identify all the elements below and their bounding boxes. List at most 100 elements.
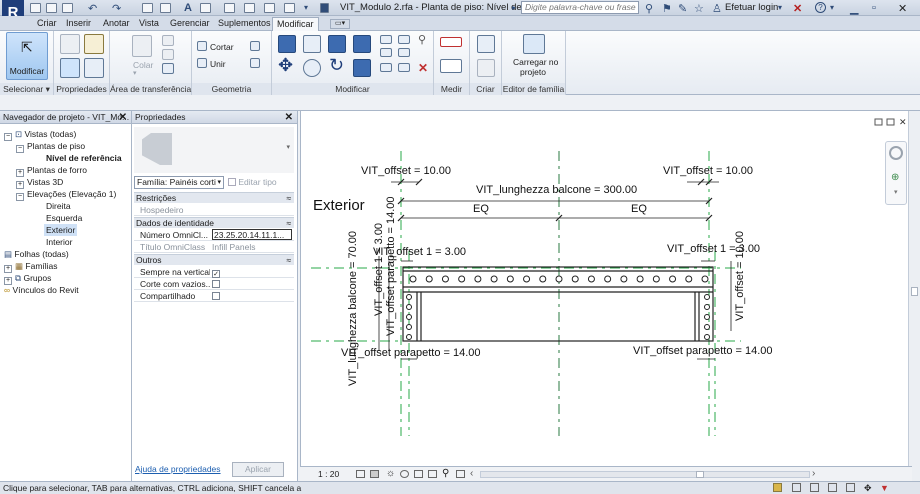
dim-offset1-right[interactable]: VIT_offset 1 = 3.00: [667, 243, 760, 255]
delete-icon[interactable]: ✕: [418, 61, 428, 75]
array-icon[interactable]: [380, 48, 392, 57]
properties-close-icon[interactable]: ✕: [285, 111, 293, 124]
favorites-icon[interactable]: ☆: [694, 2, 704, 15]
thin-lines-icon[interactable]: [244, 3, 255, 13]
tree-item-nivel-referencia[interactable]: Nível de referência: [46, 152, 122, 164]
tree-toggle-icon[interactable]: −: [4, 133, 12, 141]
tab-modificar[interactable]: Modificar: [272, 17, 319, 31]
family-category-icon[interactable]: [84, 34, 104, 54]
apply-button[interactable]: Aplicar: [232, 462, 284, 477]
help-icon[interactable]: ?: [815, 2, 826, 13]
match-properties-icon[interactable]: [162, 63, 174, 74]
split-face-icon[interactable]: [250, 41, 260, 51]
trim-single-icon[interactable]: [380, 63, 392, 72]
user-icon[interactable]: ♙: [712, 2, 722, 15]
mirror-draw-icon[interactable]: [353, 35, 371, 53]
tree-toggle-icon[interactable]: −: [16, 193, 24, 201]
undo-icon[interactable]: ↶: [88, 2, 97, 15]
aligned-dimension-icon[interactable]: [440, 59, 462, 73]
tab-gerenciar[interactable]: Gerenciar: [166, 17, 214, 31]
pin-icon[interactable]: ⚲: [418, 33, 426, 46]
switch-windows-icon[interactable]: [284, 3, 295, 13]
drawing-canvas[interactable]: ✕ Exterior VIT_offset = 10.00 VIT_offset…: [300, 111, 912, 466]
shared-checkbox[interactable]: [212, 292, 220, 300]
login-dropdown-icon[interactable]: ▾: [778, 3, 782, 12]
filter-icon[interactable]: ▼: [880, 482, 889, 494]
tree-item-vinculos[interactable]: ∞ Vínculos do Revit: [4, 284, 79, 296]
select-underlay-icon[interactable]: [810, 483, 819, 492]
visual-style-icon[interactable]: [370, 470, 379, 478]
dim-offset-left[interactable]: VIT_offset = 10.00: [361, 165, 451, 177]
help-link[interactable]: Ajuda de propriedades: [135, 464, 221, 474]
scroll-thumb[interactable]: [911, 287, 918, 296]
dim-parapet-vertical[interactable]: VIT_offset parapetto = 14.00: [385, 196, 397, 336]
properties-icon[interactable]: [60, 58, 80, 78]
minimize-button[interactable]: ▁: [850, 2, 858, 15]
tree-item-direita[interactable]: Direita: [46, 200, 71, 212]
tree-item-exterior[interactable]: Exterior: [44, 224, 78, 236]
dim-offset-right[interactable]: VIT_offset = 10.00: [663, 165, 753, 177]
reveal-hidden-icon[interactable]: [456, 470, 465, 478]
chevron-right-icon[interactable]: ▸: [512, 3, 516, 12]
select-links-icon[interactable]: [792, 483, 801, 492]
type-dropdown-icon[interactable]: ▾: [286, 143, 290, 151]
scroll-right-icon[interactable]: ›: [812, 468, 815, 479]
scale-icon[interactable]: [398, 48, 410, 57]
offset-icon[interactable]: [303, 35, 321, 53]
tree-item-interior[interactable]: Interior: [46, 236, 72, 248]
move-icon[interactable]: ✥: [278, 55, 293, 76]
maximize-button[interactable]: ▫: [872, 2, 876, 14]
dim-offset1-vertical[interactable]: VIT_offset 1 = 3.00: [373, 223, 385, 316]
join-label[interactable]: Unir: [210, 59, 226, 69]
modify-button[interactable]: ⇱ Modificar: [6, 32, 48, 80]
tree-item-esquerda[interactable]: Esquerda: [46, 212, 82, 224]
collapse-icon[interactable]: ≈: [286, 255, 291, 266]
load-into-project-icon[interactable]: [523, 34, 545, 54]
trim-extend-icon[interactable]: [353, 59, 371, 77]
tab-criar[interactable]: Criar: [33, 17, 61, 31]
edit-type-button[interactable]: Editar tipo: [228, 177, 277, 187]
shadows-icon[interactable]: [400, 470, 409, 478]
always-vertical-checkbox[interactable]: ✓: [212, 270, 220, 278]
collapse-icon[interactable]: ≈: [286, 193, 291, 204]
text-icon[interactable]: A: [184, 2, 192, 14]
constraints-icon[interactable]: ‹: [470, 468, 473, 479]
mirror-axis-icon[interactable]: [328, 35, 346, 53]
split-gap-icon[interactable]: [398, 35, 410, 44]
customize-qat-icon[interactable]: ▾: [304, 3, 308, 12]
open-icon[interactable]: [30, 3, 41, 13]
dim-length[interactable]: VIT_lunghezza balcone = 300.00: [476, 184, 637, 196]
split-icon[interactable]: [380, 35, 392, 44]
temporary-hide-icon[interactable]: ⚲: [442, 468, 449, 479]
cut-voids-checkbox[interactable]: [212, 280, 220, 288]
login-link[interactable]: Efetuar login: [725, 2, 778, 13]
tools-icon[interactable]: ✎: [678, 2, 687, 15]
dim-eq-right[interactable]: EQ: [631, 203, 647, 215]
align-icon[interactable]: [278, 35, 296, 53]
load-label-1[interactable]: Carregar no: [513, 57, 558, 67]
measure-between-icon[interactable]: [440, 37, 462, 47]
select-pinned-icon[interactable]: [828, 483, 837, 492]
horizontal-scrollbar[interactable]: [480, 471, 810, 478]
search-input[interactable]: Digite palavra-chave ou frase: [521, 1, 639, 14]
section-outros[interactable]: Outros ≈: [134, 254, 294, 265]
crop-icon[interactable]: [414, 470, 423, 478]
paint-icon[interactable]: [250, 58, 260, 68]
rotate-icon[interactable]: ↻: [329, 55, 344, 76]
family-select[interactable]: Família: Painéis corti ▾: [134, 176, 224, 189]
help-dropdown-icon[interactable]: ▾: [830, 3, 834, 12]
tree-toggle-icon[interactable]: −: [16, 145, 24, 153]
detail-level-icon[interactable]: [356, 470, 365, 478]
load-label-2[interactable]: projeto: [520, 67, 546, 77]
worksets-icon[interactable]: [773, 483, 782, 492]
redo-icon[interactable]: ↷: [112, 2, 121, 15]
exchange-icon[interactable]: ✕: [793, 2, 802, 15]
dim-parapet-right[interactable]: VIT_offset parapetto = 14.00: [633, 345, 773, 357]
show-crop-icon[interactable]: [428, 470, 437, 478]
tab-anotar[interactable]: Anotar: [99, 17, 134, 31]
dim-eq-left[interactable]: EQ: [473, 203, 489, 215]
ribbon-options-icon[interactable]: ▭▾: [330, 19, 351, 29]
type-preview[interactable]: ▾: [134, 127, 294, 173]
omniclass-number-field[interactable]: 23.25.20.14.11.1...: [212, 229, 292, 240]
tab-vista[interactable]: Vista: [135, 17, 163, 31]
